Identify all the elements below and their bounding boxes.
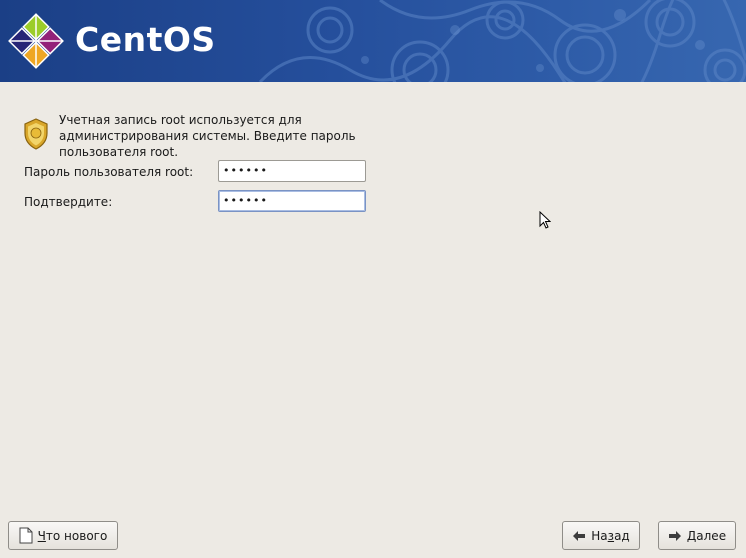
root-account-description: Учетная запись root используется для адм… bbox=[59, 113, 356, 159]
next-button[interactable]: Далее bbox=[658, 521, 736, 550]
confirm-password-field[interactable]: •••••• bbox=[218, 190, 366, 212]
centos-logo-icon bbox=[8, 13, 64, 69]
arrow-left-icon bbox=[572, 530, 586, 542]
centos-brand-text: CentOS bbox=[75, 20, 216, 59]
mouse-pointer-icon bbox=[539, 211, 551, 229]
confirm-password-label: Подтвердите: bbox=[24, 195, 113, 209]
security-badge-icon bbox=[24, 118, 48, 150]
root-password-label: Пароль пользователя root: bbox=[24, 165, 194, 179]
document-icon bbox=[19, 527, 33, 544]
root-password-field[interactable]: •••••• bbox=[218, 160, 366, 182]
arrow-right-icon bbox=[668, 530, 682, 542]
next-label: Далее bbox=[686, 528, 727, 543]
release-notes-label: Что нового bbox=[37, 528, 108, 543]
back-label: Назад bbox=[591, 528, 630, 543]
release-notes-button[interactable]: Что нового bbox=[8, 521, 118, 550]
header-banner: CentOS bbox=[0, 0, 746, 82]
back-button[interactable]: Назад bbox=[562, 521, 640, 550]
